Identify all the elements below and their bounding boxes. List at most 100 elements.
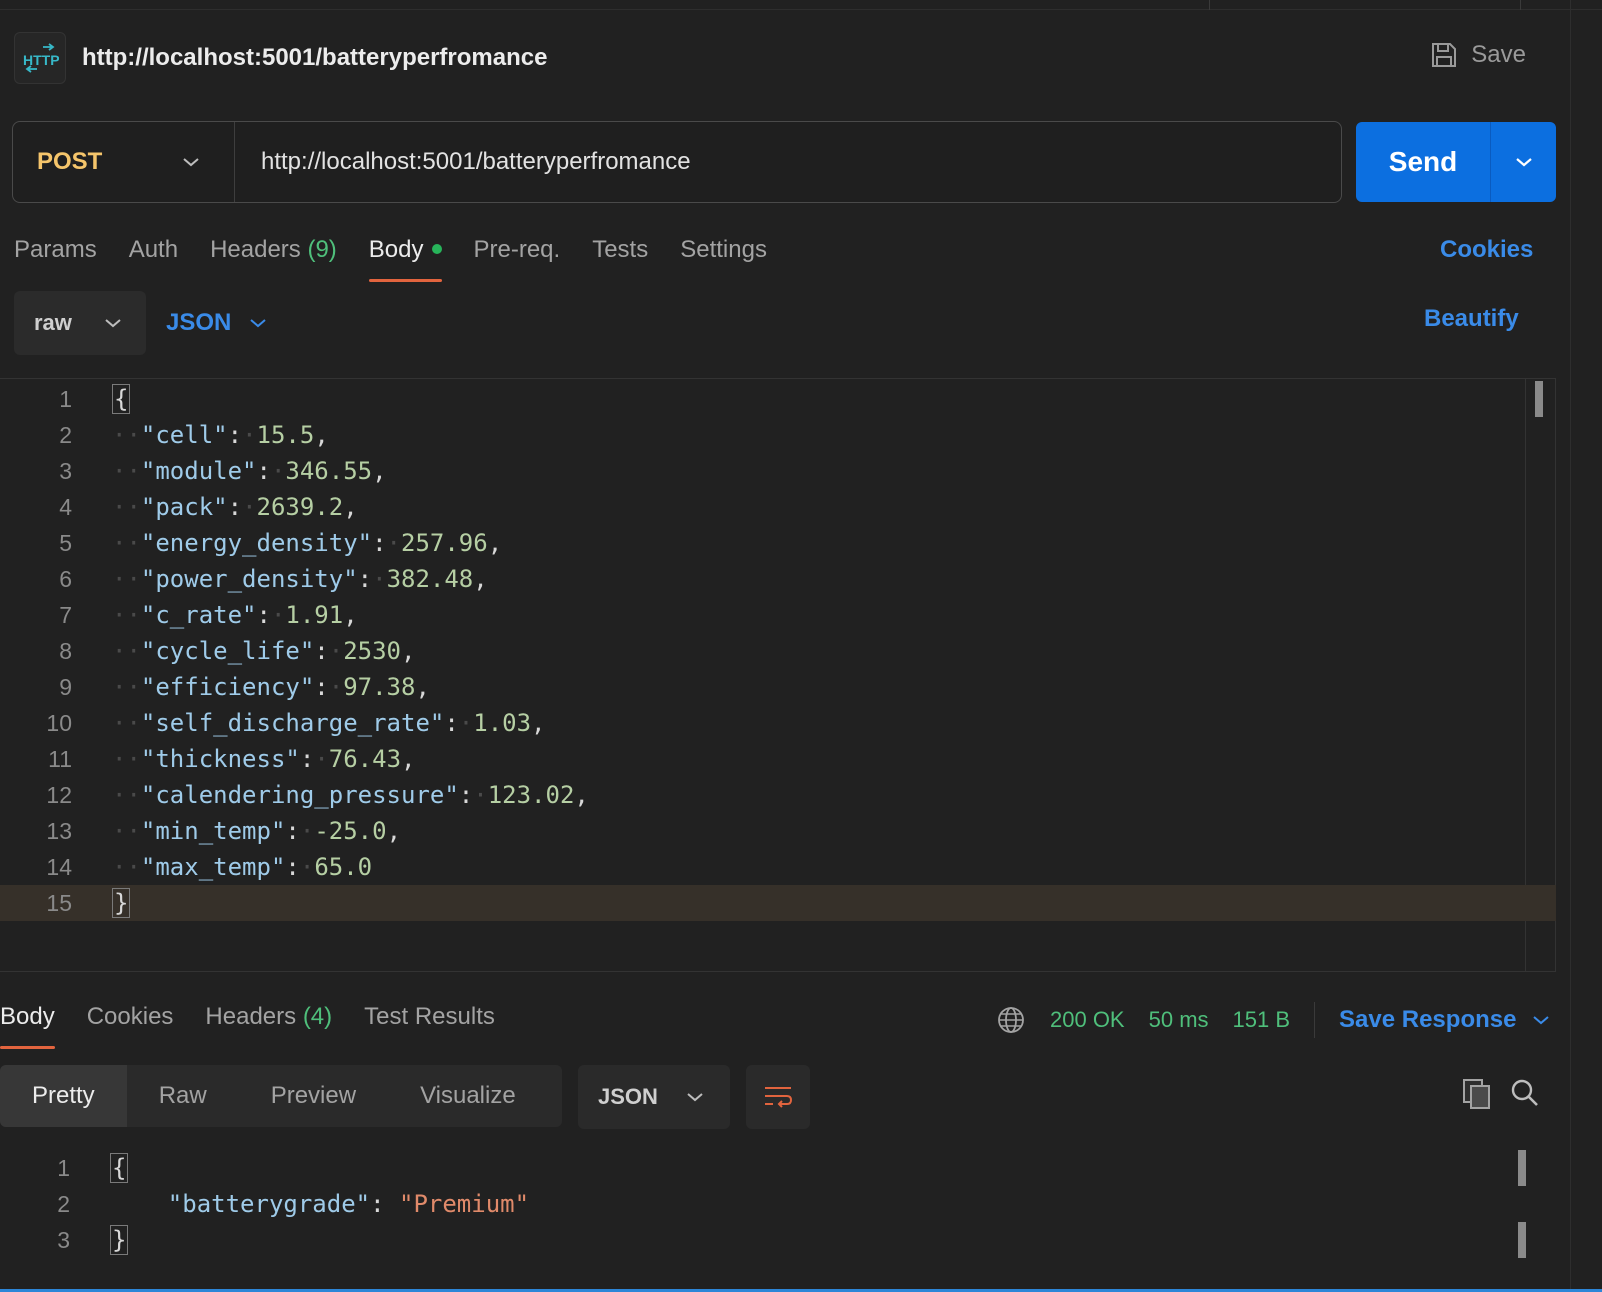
response-body-viewer[interactable]: 1{2 "batterygrade": "Premium" 3} [0,1150,1570,1292]
code-content: ··"min_temp":·-25.0, [112,813,401,849]
line-number: 3 [59,458,72,484]
wrap-lines-button[interactable] [746,1065,810,1129]
code-content: { [112,381,131,417]
code-content: ··"self_discharge_rate":·1.03, [112,705,546,741]
tab-auth[interactable]: Auth [129,232,178,282]
response-tab-headers[interactable]: Headers (4) [205,995,332,1049]
search-icon[interactable] [1510,1078,1540,1108]
tab-headers[interactable]: Headers (9) [210,232,337,282]
json-value: 76.43 [328,745,402,773]
code-line: 1{ [0,1150,1560,1186]
tab-tests[interactable]: Tests [592,232,648,282]
copy-icon[interactable] [1462,1078,1492,1110]
url-input[interactable]: http://localhost:5001/batteryperfromance [261,148,691,176]
response-tab-cookies[interactable]: Cookies [87,995,174,1049]
save-response-button[interactable]: Save Response [1339,1006,1550,1034]
json-brace: } [110,1225,129,1255]
view-label: Raw [158,1082,207,1109]
chevron-down-icon [687,1093,703,1102]
indent-guide: ·· [112,565,141,593]
json-key: "calendering_pressure" [140,781,459,809]
wrap-lines-icon [765,1087,793,1108]
json-colon: : [299,745,315,773]
line-number: 9 [59,674,72,700]
indent-guide: ·· [112,853,141,881]
code-content: ··"pack":·2639.2, [112,489,358,525]
code-line: 2 "batterygrade": "Premium" [0,1186,1560,1222]
json-colon: : [372,529,387,557]
json-colon: : [285,817,300,845]
response-language-label: JSON [598,1084,658,1109]
status-code[interactable]: 200 OK [1050,1007,1125,1033]
body-mode-select[interactable]: raw [14,291,146,355]
line-number: 7 [59,602,72,628]
json-colon: : [314,637,329,665]
code-line: 12 ··"calendering_pressure":·123.02, [0,777,1556,813]
code-content: ··"thickness":·76.43, [112,741,415,777]
headers-count: (9) [307,236,337,263]
code-content: ··"energy_density":·257.96, [112,525,502,561]
view-preview[interactable]: Preview [239,1065,388,1127]
view-visualize[interactable]: Visualize [388,1065,548,1127]
json-colon: : [370,1190,399,1218]
json-value: 15.5 [256,421,315,449]
globe-icon[interactable] [996,1005,1026,1035]
tab-label: Headers [205,1003,297,1030]
view-pretty[interactable]: Pretty [0,1065,127,1127]
save-icon [1432,43,1457,67]
tab-label: Body [368,236,424,263]
code-line: 2 ··"cell":·15.5, [0,417,1556,453]
send-button[interactable]: Send [1356,146,1490,178]
request-body-editor[interactable]: 1{2 ··"cell":·15.5, 3 ··"module":·346.55, 4 ·… [0,378,1556,972]
tab-label: Test Results [364,1003,495,1030]
code-content: ··"calendering_pressure":·123.02, [112,777,589,813]
body-language-select[interactable]: JSON [166,291,267,355]
code-line: 4 ··"pack":·2639.2, [0,489,1556,525]
view-raw[interactable]: Raw [127,1065,239,1127]
response-tab-body[interactable]: Body [0,995,55,1049]
json-separator: , [401,637,416,665]
method-select[interactable]: POST [13,122,235,202]
indent-guide: ·· [112,673,141,701]
json-colon: : [444,709,459,737]
response-tab-test-results[interactable]: Test Results [364,995,495,1049]
body-mode-label: raw [34,310,72,335]
save-button[interactable]: Save [1429,40,1526,70]
request-title[interactable]: http://localhost:5001/batteryperfromance [82,44,547,72]
divider [1314,1002,1316,1038]
send-options-button[interactable] [1490,122,1556,202]
response-size[interactable]: 151 B [1233,1007,1291,1033]
json-colon: : [256,601,271,629]
json-key: "self_discharge_rate" [140,709,445,737]
json-brace: } [112,888,131,918]
tab-pre-request[interactable]: Pre-req. [474,232,561,282]
beautify-button[interactable]: Beautify [1424,305,1519,333]
code-content: ··"cycle_life":·2530, [112,633,415,669]
chevron-down-icon [183,158,199,167]
tab-params[interactable]: Params [14,232,97,282]
json-key: "c_rate" [140,601,257,629]
code-line: 1{ [0,381,1556,417]
tab-label: Params [14,236,97,263]
body-language-label: JSON [166,309,232,336]
json-brace: { [112,384,131,414]
request-header: HTTP http://localhost:5001/batteryperfro… [14,30,1574,86]
indent-guide: ·· [112,637,141,665]
line-number: 1 [59,386,72,412]
tab-settings[interactable]: Settings [680,232,767,282]
line-number: 10 [46,710,72,736]
cookies-link[interactable]: Cookies [1440,232,1533,268]
indent-guide: ·· [112,493,141,521]
tab-body[interactable]: Body [368,232,442,282]
json-key: "thickness" [140,745,300,773]
response-language-select[interactable]: JSON [578,1065,730,1129]
indent-guide: ·· [112,817,141,845]
code-line: 3} [0,1222,1560,1258]
indent-guide: ·· [112,457,141,485]
code-content: ··"c_rate":·1.91, [112,597,358,633]
response-time[interactable]: 50 ms [1149,1007,1209,1033]
chevron-down-icon [1515,158,1532,167]
json-colon: : [256,457,271,485]
save-label: Save [1471,41,1526,68]
